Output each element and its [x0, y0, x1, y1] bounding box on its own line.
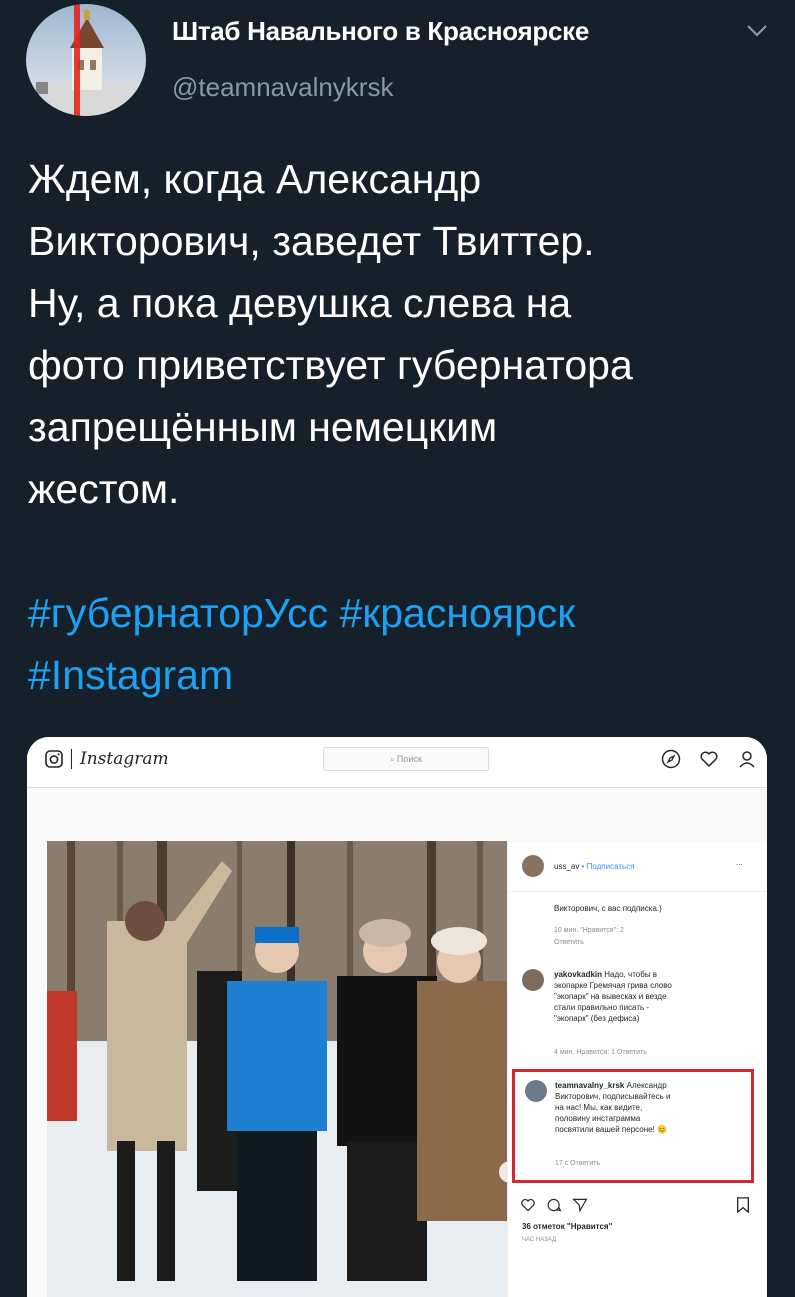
commenter-avatar[interactable] [522, 969, 544, 991]
comment-line: на нас! Мы, как видите, [555, 1103, 643, 1112]
instagram-search-input[interactable]: ⌕ Поиск [323, 747, 489, 771]
post-author-name[interactable]: uss_av [554, 862, 579, 871]
comment-text: Викторович, с вас подписка.) [554, 904, 662, 913]
comment-line: "экопарк" на вывесках и везде [554, 992, 667, 1001]
post-photo[interactable]: › [47, 841, 507, 1297]
comment-line: стали правильно писать - [554, 1003, 650, 1012]
hashtag-line[interactable]: #Instagram [28, 644, 773, 706]
hashtags: #губернаторУсс #красноярск #Instagram [28, 582, 773, 706]
tweet-header: Штаб Навального в Красноярске @teamnaval… [26, 0, 776, 120]
tweet-text: Ждем, когда Александр Викторович, заведе… [28, 148, 773, 706]
heart-icon[interactable] [699, 749, 719, 769]
more-options-button[interactable]: ... [736, 857, 743, 868]
comment: teamnavalny_krsk Александр Викторович, п… [555, 1080, 731, 1135]
post-author-avatar[interactable] [522, 855, 544, 877]
post-author-row: uss_av • Подписаться ... [508, 841, 767, 892]
like-icon[interactable] [520, 1197, 536, 1213]
attached-screenshot[interactable]: Instagram ⌕ Поиск uss_av • Подписаться .… [27, 737, 767, 1297]
comment-line: Викторович, подписывайтесь и [555, 1092, 671, 1101]
tweet-line: жестом. [28, 466, 180, 512]
comment-line: экопарке Гремячая грива слово [554, 981, 672, 990]
likes-count[interactable]: 36 отметок "Нравится" [522, 1221, 612, 1232]
tweet-line: Викторович, заведет Твиттер. [28, 218, 595, 264]
chevron-down-icon[interactable] [744, 18, 770, 44]
comment-meta: 10 мин. "Нравится": 2 [554, 927, 624, 934]
bookmark-icon[interactable] [736, 1197, 750, 1213]
comment-line: половину инстаграмма [555, 1114, 641, 1123]
comment: yakovkadkin Надо, чтобы в экопарке Гремя… [554, 969, 730, 1024]
share-icon[interactable] [572, 1197, 588, 1213]
author-name[interactable]: Штаб Навального в Красноярске [172, 16, 589, 47]
compass-icon[interactable] [661, 749, 681, 769]
instagram-topbar: Instagram ⌕ Поиск [27, 737, 767, 788]
highlighted-comment: teamnavalny_krsk Александр Викторович, п… [512, 1069, 754, 1183]
commenter-name[interactable]: teamnavalny_krsk [555, 1081, 624, 1090]
post-sidebar: uss_av • Подписаться ... Викторович, с в… [507, 841, 767, 1297]
comment-line: Александр [626, 1081, 667, 1090]
follow-button[interactable]: • Подписаться [582, 862, 635, 871]
tweet-line: Ждем, когда Александр [28, 156, 482, 202]
comment-line: Надо, чтобы в [604, 970, 658, 979]
comment-line: "экопарк" (без дефиса) [554, 1014, 640, 1023]
reply-button[interactable]: Ответить [554, 937, 584, 948]
commenter-avatar[interactable] [525, 1080, 547, 1102]
commenter-name[interactable]: yakovkadkin [554, 970, 602, 979]
comment-meta: 17 с Ответить [555, 1160, 601, 1167]
profile-icon[interactable] [737, 749, 757, 769]
comment-line: посвятили вашей персоне! 😊 [555, 1125, 667, 1134]
comment-icon[interactable] [546, 1197, 562, 1213]
author-handle[interactable]: @teamnavalnykrsk [172, 72, 393, 103]
instagram-camera-icon [45, 750, 63, 768]
post-time: ЧАС НАЗАД [522, 1237, 557, 1243]
tweet-line: Ну, а пока девушка слева на [28, 280, 572, 326]
tweet-line: фото приветствует губернатора [28, 342, 633, 388]
search-placeholder: Поиск [396, 754, 422, 764]
avatar[interactable] [26, 4, 146, 116]
comment-meta: 4 мин. Нравится: 1 Ответить [554, 1049, 647, 1056]
instagram-logo: Instagram [80, 749, 169, 769]
hashtag-line[interactable]: #губернаторУсс #красноярск [28, 582, 773, 644]
tweet-line: запрещённым немецким [28, 404, 498, 450]
